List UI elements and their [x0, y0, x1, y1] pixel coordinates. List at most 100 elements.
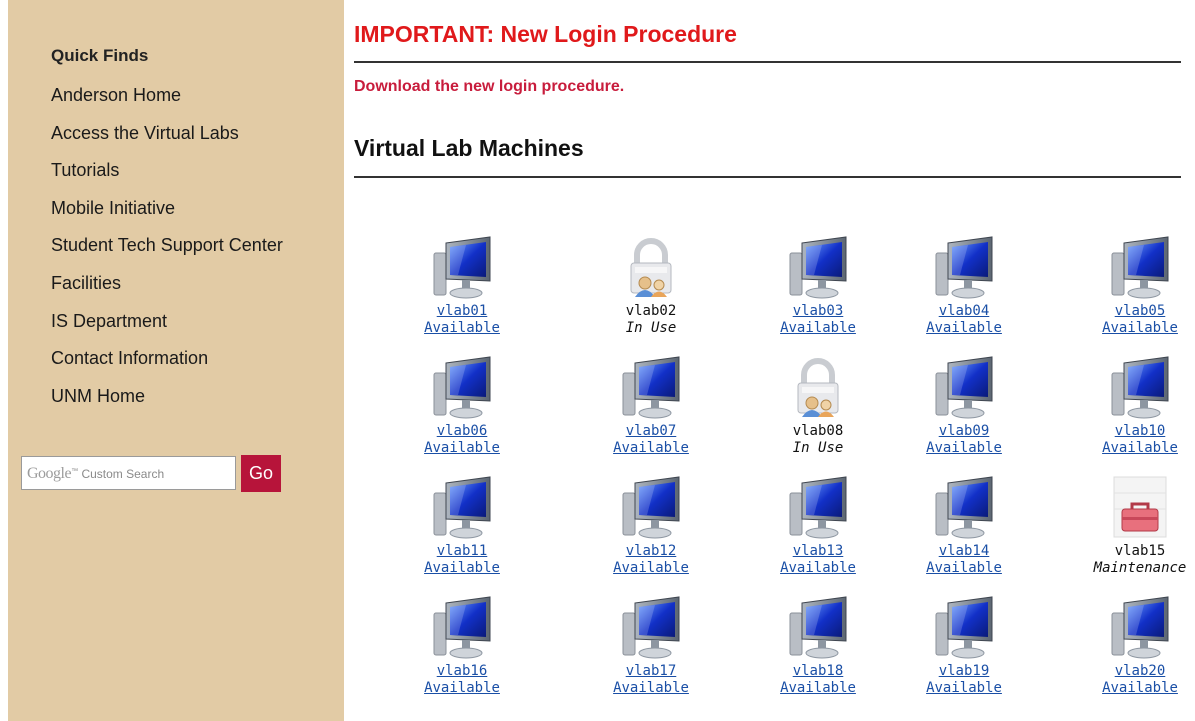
- computer-monitor-icon[interactable]: [934, 235, 994, 301]
- sidebar: Quick Finds Anderson Home Access the Vir…: [8, 0, 344, 721]
- machine-status-link[interactable]: Available: [596, 680, 706, 697]
- machine-vlab04[interactable]: vlab04 Available: [909, 235, 1019, 337]
- machine-status-link[interactable]: Available: [1085, 320, 1195, 337]
- search-go-button[interactable]: Go: [241, 455, 281, 492]
- machine-name-link[interactable]: vlab06: [407, 423, 517, 440]
- machine-vlab11[interactable]: vlab11 Available: [407, 475, 517, 577]
- machine-name-link[interactable]: vlab10: [1085, 423, 1195, 440]
- machine-name: vlab08: [792, 423, 844, 439]
- machine-name-link[interactable]: vlab13: [763, 543, 873, 560]
- machine-vlab01[interactable]: vlab01 Available: [407, 235, 517, 337]
- machine-name: vlab15: [1114, 543, 1166, 559]
- machine-vlab03[interactable]: vlab03 Available: [763, 235, 873, 337]
- machine-name-link[interactable]: vlab07: [596, 423, 706, 440]
- sidebar-link-facilities[interactable]: Facilities: [51, 271, 283, 309]
- sidebar-link-access-virtual-labs[interactable]: Access the Virtual Labs: [51, 121, 283, 159]
- machine-vlab05[interactable]: vlab05 Available: [1085, 235, 1195, 337]
- computer-monitor-icon[interactable]: [621, 355, 681, 421]
- machine-name-link[interactable]: vlab18: [763, 663, 873, 680]
- machine-status-link[interactable]: Available: [407, 320, 517, 337]
- quick-finds-title: Quick Finds: [51, 46, 149, 65]
- machine-name-link[interactable]: vlab03: [763, 303, 873, 320]
- machine-vlab07[interactable]: vlab07 Available: [596, 355, 706, 457]
- google-custom-search-box[interactable]: Google™ Custom Search: [21, 456, 236, 490]
- machine-vlab17[interactable]: vlab17 Available: [596, 595, 706, 697]
- machine-status: Maintenance: [1093, 560, 1187, 576]
- machine-vlab18[interactable]: vlab18 Available: [763, 595, 873, 697]
- sidebar-link-mobile-initiative[interactable]: Mobile Initiative: [51, 196, 283, 234]
- machine-name-link[interactable]: vlab09: [909, 423, 1019, 440]
- sidebar-link-unm-home[interactable]: UNM Home: [51, 384, 283, 422]
- machine-status-link[interactable]: Available: [909, 440, 1019, 457]
- section-divider: [354, 176, 1181, 178]
- machine-vlab14[interactable]: vlab14 Available: [909, 475, 1019, 577]
- machine-name-link[interactable]: vlab01: [407, 303, 517, 320]
- machine-name-link[interactable]: vlab20: [1085, 663, 1195, 680]
- heading-divider: [354, 61, 1181, 63]
- computer-monitor-icon[interactable]: [934, 355, 994, 421]
- computer-monitor-icon[interactable]: [1110, 235, 1170, 301]
- machine-status-link[interactable]: Available: [1085, 440, 1195, 457]
- machine-status-link[interactable]: Available: [763, 320, 873, 337]
- computer-monitor-icon[interactable]: [788, 475, 848, 541]
- sidebar-link-tutorials[interactable]: Tutorials: [51, 158, 283, 196]
- computer-monitor-icon[interactable]: [934, 475, 994, 541]
- important-heading: IMPORTANT: New Login Procedure: [354, 21, 737, 47]
- computer-monitor-icon[interactable]: [621, 475, 681, 541]
- machine-vlab19[interactable]: vlab19 Available: [909, 595, 1019, 697]
- machine-vlab08: vlab08 In Use: [763, 355, 873, 457]
- machine-status: In Use: [625, 320, 677, 336]
- computer-monitor-icon[interactable]: [621, 595, 681, 661]
- main-content: IMPORTANT: New Login Procedure Download …: [354, 0, 1195, 721]
- machine-status-link[interactable]: Available: [909, 680, 1019, 697]
- machine-name-link[interactable]: vlab19: [909, 663, 1019, 680]
- machine-name-link[interactable]: vlab04: [909, 303, 1019, 320]
- machine-name-link[interactable]: vlab17: [596, 663, 706, 680]
- machine-name-link[interactable]: vlab16: [407, 663, 517, 680]
- sidebar-link-is-department[interactable]: IS Department: [51, 309, 283, 347]
- sidebar-link-contact-information[interactable]: Contact Information: [51, 346, 283, 384]
- machine-name-link[interactable]: vlab12: [596, 543, 706, 560]
- lock-users-icon: [621, 235, 681, 301]
- machine-vlab10[interactable]: vlab10 Available: [1085, 355, 1195, 457]
- machine-name-link[interactable]: vlab14: [909, 543, 1019, 560]
- machine-status-link[interactable]: Available: [909, 560, 1019, 577]
- toolbox-icon: [1110, 475, 1170, 541]
- computer-monitor-icon[interactable]: [788, 595, 848, 661]
- computer-monitor-icon[interactable]: [934, 595, 994, 661]
- sidebar-link-anderson-home[interactable]: Anderson Home: [51, 83, 283, 121]
- machine-status-link[interactable]: Available: [763, 560, 873, 577]
- computer-monitor-icon[interactable]: [432, 595, 492, 661]
- computer-monitor-icon[interactable]: [432, 475, 492, 541]
- machine-name-link[interactable]: vlab11: [407, 543, 517, 560]
- download-login-procedure-link[interactable]: Download the new login procedure.: [354, 78, 624, 96]
- machine-vlab20[interactable]: vlab20 Available: [1085, 595, 1195, 697]
- machine-vlab09[interactable]: vlab09 Available: [909, 355, 1019, 457]
- machine-vlab12[interactable]: vlab12 Available: [596, 475, 706, 577]
- virtual-lab-machines-title: Virtual Lab Machines: [354, 135, 584, 161]
- machine-vlab16[interactable]: vlab16 Available: [407, 595, 517, 697]
- machine-status-link[interactable]: Available: [407, 680, 517, 697]
- sidebar-link-student-tech-support[interactable]: Student Tech Support Center: [51, 233, 283, 271]
- machine-status-link[interactable]: Available: [596, 560, 706, 577]
- machine-name: vlab02: [625, 303, 677, 319]
- computer-monitor-icon[interactable]: [788, 235, 848, 301]
- machine-vlab15: vlab15 Maintenance: [1085, 475, 1195, 577]
- machine-vlab06[interactable]: vlab06 Available: [407, 355, 517, 457]
- machine-name-link[interactable]: vlab05: [1085, 303, 1195, 320]
- computer-monitor-icon[interactable]: [432, 235, 492, 301]
- machine-vlab13[interactable]: vlab13 Available: [763, 475, 873, 577]
- machine-vlab02: vlab02 In Use: [596, 235, 706, 337]
- machine-status-link[interactable]: Available: [909, 320, 1019, 337]
- quick-finds-list: Anderson Home Access the Virtual Labs Tu…: [51, 83, 283, 421]
- machine-status-link[interactable]: Available: [407, 560, 517, 577]
- search-input[interactable]: [26, 456, 235, 490]
- computer-monitor-icon[interactable]: [1110, 595, 1170, 661]
- machine-status: In Use: [792, 440, 844, 456]
- machine-status-link[interactable]: Available: [596, 440, 706, 457]
- machine-status-link[interactable]: Available: [1085, 680, 1195, 697]
- machine-status-link[interactable]: Available: [763, 680, 873, 697]
- computer-monitor-icon[interactable]: [432, 355, 492, 421]
- machine-status-link[interactable]: Available: [407, 440, 517, 457]
- computer-monitor-icon[interactable]: [1110, 355, 1170, 421]
